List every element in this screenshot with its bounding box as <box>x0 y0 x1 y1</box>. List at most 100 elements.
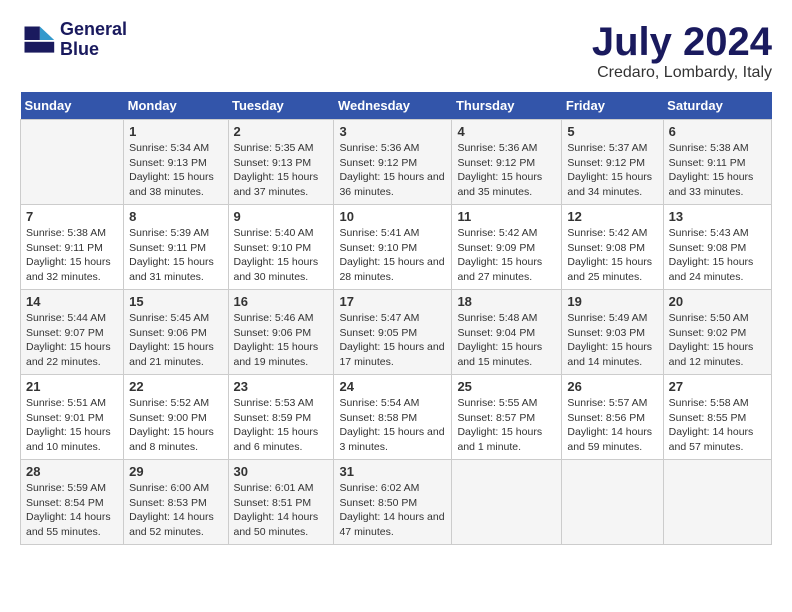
day-number: 23 <box>234 379 329 394</box>
calendar-cell: 31 Sunrise: 6:02 AM Sunset: 8:50 PM Dayli… <box>334 460 452 545</box>
day-info: Sunrise: 5:51 AM Sunset: 9:01 PM Dayligh… <box>26 396 118 455</box>
day-info: Sunrise: 5:37 AM Sunset: 9:12 PM Dayligh… <box>567 141 657 200</box>
location-text: Credaro, Lombardy, Italy <box>592 64 772 82</box>
calendar-cell: 26 Sunrise: 5:57 AM Sunset: 8:56 PM Dayli… <box>562 375 663 460</box>
day-number: 2 <box>234 124 329 139</box>
weekday-header-wednesday: Wednesday <box>334 92 452 120</box>
calendar-cell: 1 Sunrise: 5:34 AM Sunset: 9:13 PM Daylig… <box>124 120 228 205</box>
day-number: 28 <box>26 464 118 479</box>
day-number: 30 <box>234 464 329 479</box>
header-row: SundayMondayTuesdayWednesdayThursdayFrid… <box>21 92 772 120</box>
day-info: Sunrise: 5:44 AM Sunset: 9:07 PM Dayligh… <box>26 311 118 370</box>
calendar-cell: 5Sunrise: 5:37 AM Sunset: 9:12 PM Daylig… <box>562 120 663 205</box>
day-info: Sunrise: 5:43 AM Sunset: 9:08 PM Dayligh… <box>669 226 766 285</box>
day-info: Sunrise: 5:45 AM Sunset: 9:06 PM Dayligh… <box>129 311 222 370</box>
day-number: 17 <box>339 294 446 309</box>
day-info: Sunrise: 5:54 AM Sunset: 8:58 PM Dayligh… <box>339 396 446 455</box>
day-number: 6 <box>669 124 766 139</box>
day-info: Sunrise: 5:40 AM Sunset: 9:10 PM Dayligh… <box>234 226 329 285</box>
weekday-header-monday: Monday <box>124 92 228 120</box>
calendar-cell: 22 Sunrise: 5:52 AM Sunset: 9:00 PM Dayli… <box>124 375 228 460</box>
day-number: 9 <box>234 209 329 224</box>
day-number: 3 <box>339 124 446 139</box>
day-number: 18 <box>457 294 556 309</box>
day-info: Sunrise: 5:42 AM Sunset: 9:09 PM Dayligh… <box>457 226 556 285</box>
calendar-cell: 4 Sunrise: 5:36 AM Sunset: 9:12 PM Daylig… <box>452 120 562 205</box>
logo-text-line1: General <box>60 20 127 40</box>
day-number: 13 <box>669 209 766 224</box>
week-row-5: 28Sunrise: 5:59 AM Sunset: 8:54 PM Dayli… <box>21 460 772 545</box>
logo-icon <box>20 22 56 58</box>
day-info: Sunrise: 5:35 AM Sunset: 9:13 PM Dayligh… <box>234 141 329 200</box>
day-info: Sunrise: 5:38 AM Sunset: 9:11 PM Dayligh… <box>669 141 766 200</box>
calendar-cell: 6 Sunrise: 5:38 AM Sunset: 9:11 PM Daylig… <box>663 120 771 205</box>
day-number: 20 <box>669 294 766 309</box>
weekday-header-sunday: Sunday <box>21 92 124 120</box>
day-info: Sunrise: 5:50 AM Sunset: 9:02 PM Dayligh… <box>669 311 766 370</box>
calendar-cell: 11 Sunrise: 5:42 AM Sunset: 9:09 PM Dayli… <box>452 205 562 290</box>
day-number: 31 <box>339 464 446 479</box>
calendar-cell: 28Sunrise: 5:59 AM Sunset: 8:54 PM Dayli… <box>21 460 124 545</box>
day-number: 10 <box>339 209 446 224</box>
title-block: July 2024 Credaro, Lombardy, Italy <box>592 20 772 82</box>
day-number: 26 <box>567 379 657 394</box>
weekday-header-tuesday: Tuesday <box>228 92 334 120</box>
calendar-cell: 9 Sunrise: 5:40 AM Sunset: 9:10 PM Daylig… <box>228 205 334 290</box>
calendar-cell <box>663 460 771 545</box>
weekday-header-friday: Friday <box>562 92 663 120</box>
calendar-cell: 27 Sunrise: 5:58 AM Sunset: 8:55 PM Dayli… <box>663 375 771 460</box>
day-number: 1 <box>129 124 222 139</box>
calendar-cell: 13 Sunrise: 5:43 AM Sunset: 9:08 PM Dayli… <box>663 205 771 290</box>
day-number: 27 <box>669 379 766 394</box>
day-info: Sunrise: 5:55 AM Sunset: 8:57 PM Dayligh… <box>457 396 556 455</box>
day-number: 4 <box>457 124 556 139</box>
week-row-1: 1 Sunrise: 5:34 AM Sunset: 9:13 PM Daylig… <box>21 120 772 205</box>
day-number: 24 <box>339 379 446 394</box>
day-info: Sunrise: 5:48 AM Sunset: 9:04 PM Dayligh… <box>457 311 556 370</box>
day-info: Sunrise: 5:42 AM Sunset: 9:08 PM Dayligh… <box>567 226 657 285</box>
day-number: 16 <box>234 294 329 309</box>
day-info: Sunrise: 5:34 AM Sunset: 9:13 PM Dayligh… <box>129 141 222 200</box>
day-number: 21 <box>26 379 118 394</box>
day-info: Sunrise: 6:01 AM Sunset: 8:51 PM Dayligh… <box>234 481 329 540</box>
week-row-4: 21 Sunrise: 5:51 AM Sunset: 9:01 PM Dayli… <box>21 375 772 460</box>
day-info: Sunrise: 5:36 AM Sunset: 9:12 PM Dayligh… <box>457 141 556 200</box>
week-row-3: 14 Sunrise: 5:44 AM Sunset: 9:07 PM Dayli… <box>21 290 772 375</box>
calendar-table: SundayMondayTuesdayWednesdayThursdayFrid… <box>20 92 772 545</box>
day-info: Sunrise: 5:39 AM Sunset: 9:11 PM Dayligh… <box>129 226 222 285</box>
calendar-cell: 16 Sunrise: 5:46 AM Sunset: 9:06 PM Dayli… <box>228 290 334 375</box>
calendar-cell: 10 Sunrise: 5:41 AM Sunset: 9:10 PM Dayli… <box>334 205 452 290</box>
day-number: 14 <box>26 294 118 309</box>
day-number: 22 <box>129 379 222 394</box>
day-info: Sunrise: 5:41 AM Sunset: 9:10 PM Dayligh… <box>339 226 446 285</box>
calendar-cell: 25 Sunrise: 5:55 AM Sunset: 8:57 PM Dayli… <box>452 375 562 460</box>
day-info: Sunrise: 6:02 AM Sunset: 8:50 PM Dayligh… <box>339 481 446 540</box>
day-number: 19 <box>567 294 657 309</box>
calendar-cell: 30 Sunrise: 6:01 AM Sunset: 8:51 PM Dayli… <box>228 460 334 545</box>
day-number: 11 <box>457 209 556 224</box>
day-info: Sunrise: 5:58 AM Sunset: 8:55 PM Dayligh… <box>669 396 766 455</box>
calendar-cell: 3Sunrise: 5:36 AM Sunset: 9:12 PM Daylig… <box>334 120 452 205</box>
day-info: Sunrise: 5:52 AM Sunset: 9:00 PM Dayligh… <box>129 396 222 455</box>
day-info: Sunrise: 5:53 AM Sunset: 8:59 PM Dayligh… <box>234 396 329 455</box>
calendar-cell: 18 Sunrise: 5:48 AM Sunset: 9:04 PM Dayli… <box>452 290 562 375</box>
calendar-cell: 7Sunrise: 5:38 AM Sunset: 9:11 PM Daylig… <box>21 205 124 290</box>
calendar-cell: 12Sunrise: 5:42 AM Sunset: 9:08 PM Dayli… <box>562 205 663 290</box>
calendar-cell: 15Sunrise: 5:45 AM Sunset: 9:06 PM Dayli… <box>124 290 228 375</box>
day-info: Sunrise: 5:46 AM Sunset: 9:06 PM Dayligh… <box>234 311 329 370</box>
day-number: 25 <box>457 379 556 394</box>
day-info: Sunrise: 6:00 AM Sunset: 8:53 PM Dayligh… <box>129 481 222 540</box>
calendar-cell <box>452 460 562 545</box>
day-info: Sunrise: 5:47 AM Sunset: 9:05 PM Dayligh… <box>339 311 446 370</box>
day-number: 7 <box>26 209 118 224</box>
calendar-cell: 19Sunrise: 5:49 AM Sunset: 9:03 PM Dayli… <box>562 290 663 375</box>
calendar-cell <box>562 460 663 545</box>
calendar-cell: 14 Sunrise: 5:44 AM Sunset: 9:07 PM Dayli… <box>21 290 124 375</box>
calendar-cell: 24 Sunrise: 5:54 AM Sunset: 8:58 PM Dayli… <box>334 375 452 460</box>
week-row-2: 7Sunrise: 5:38 AM Sunset: 9:11 PM Daylig… <box>21 205 772 290</box>
day-info: Sunrise: 5:57 AM Sunset: 8:56 PM Dayligh… <box>567 396 657 455</box>
calendar-cell: 20 Sunrise: 5:50 AM Sunset: 9:02 PM Dayli… <box>663 290 771 375</box>
page-header: General Blue July 2024 Credaro, Lombardy… <box>20 20 772 82</box>
calendar-cell: 21 Sunrise: 5:51 AM Sunset: 9:01 PM Dayli… <box>21 375 124 460</box>
calendar-cell: 29Sunrise: 6:00 AM Sunset: 8:53 PM Dayli… <box>124 460 228 545</box>
